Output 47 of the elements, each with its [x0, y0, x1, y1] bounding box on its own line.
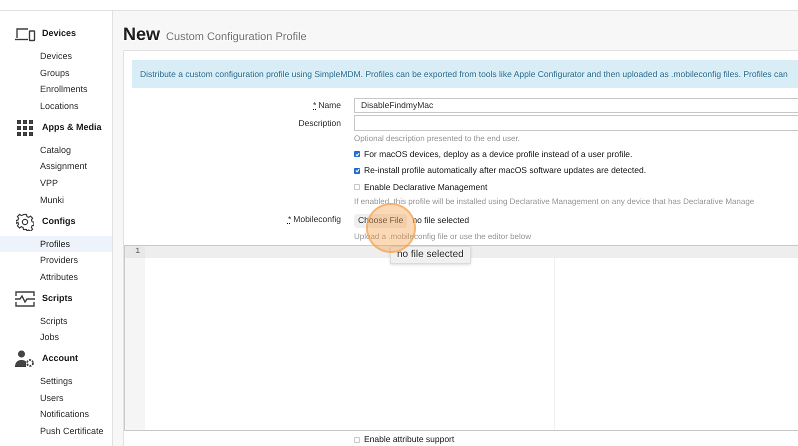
- sidebar-item[interactable]: Devices: [0, 48, 112, 65]
- field-label: Name: [318, 98, 341, 112]
- sidebar-item[interactable]: Push Certificate: [0, 423, 112, 440]
- line-number: 1: [125, 246, 145, 258]
- sidebar-section-title: Scripts: [42, 292, 73, 305]
- sidebar-item[interactable]: Users: [0, 390, 112, 406]
- checkbox[interactable]: [354, 184, 360, 190]
- required-mark: *: [288, 213, 292, 226]
- sidebar-item[interactable]: Jobs: [0, 329, 112, 346]
- sidebar-item[interactable]: Enrollments: [0, 81, 112, 98]
- tooltip: no file selected: [390, 246, 471, 264]
- sidebar-item[interactable]: Providers: [0, 252, 112, 269]
- field-label: Description: [298, 116, 341, 130]
- checkbox-label: Enable Declarative Management: [364, 180, 488, 194]
- sidebar-item[interactable]: Scripts: [0, 312, 112, 330]
- checkbox-label: Re-install profile automatically after macOS software updates are detected.: [364, 164, 646, 178]
- sidebar-item[interactable]: Profiles: [0, 236, 112, 252]
- help-text: Optional description presented to the end user.: [354, 133, 520, 145]
- help-text: If enabled, this profile will be installed using Declarative Management on any device that has Declarative Manage: [354, 196, 754, 208]
- sidebar-item[interactable]: Notifications: [0, 406, 112, 423]
- sidebar-item[interactable]: Attributes: [0, 268, 112, 286]
- laptop-icon: [14, 26, 36, 42]
- settings-icon: [16, 212, 34, 230]
- text-input[interactable]: DisableFindmyMac: [354, 98, 798, 112]
- sidebar-section-title: Configs: [42, 214, 76, 228]
- user-gear-icon: [15, 350, 35, 368]
- field-label: Mobileconfig: [293, 213, 341, 226]
- sidebar-section-title: Apps & Media: [42, 121, 102, 134]
- sidebar-section-title: Account: [42, 352, 78, 366]
- checkbox-label: Enable attribute support: [364, 433, 454, 446]
- sidebar-item[interactable]: Locations: [0, 98, 112, 115]
- monitor-pulse-icon: [15, 290, 35, 307]
- info-alert: Distribute a custom configuration profile using SimpleMDM. Profiles can be exported from tools like Apple Configurator and then uploaded as .mobileconfig files. Profiles can: [132, 60, 798, 88]
- required-mark: *: [313, 98, 316, 112]
- sidebar-item[interactable]: VPP: [0, 175, 112, 192]
- sidebar-item[interactable]: Groups: [0, 64, 112, 82]
- sidebar-item[interactable]: Assignment: [0, 158, 112, 176]
- grid-icon: [17, 120, 33, 136]
- page-subtitle: Custom Configuration Profile: [166, 30, 307, 45]
- sidebar-section-title: Devices: [42, 27, 76, 40]
- checkbox[interactable]: [354, 436, 360, 442]
- sidebar-item[interactable]: Munki: [0, 192, 112, 208]
- sidebar-item[interactable]: Catalog: [0, 142, 112, 158]
- sidebar-item[interactable]: Settings: [0, 372, 112, 390]
- checkbox-label: For macOS devices, deploy as a device profile instead of a user profile.: [364, 148, 632, 161]
- text-input[interactable]: [354, 115, 798, 131]
- page-title: New: [123, 23, 160, 46]
